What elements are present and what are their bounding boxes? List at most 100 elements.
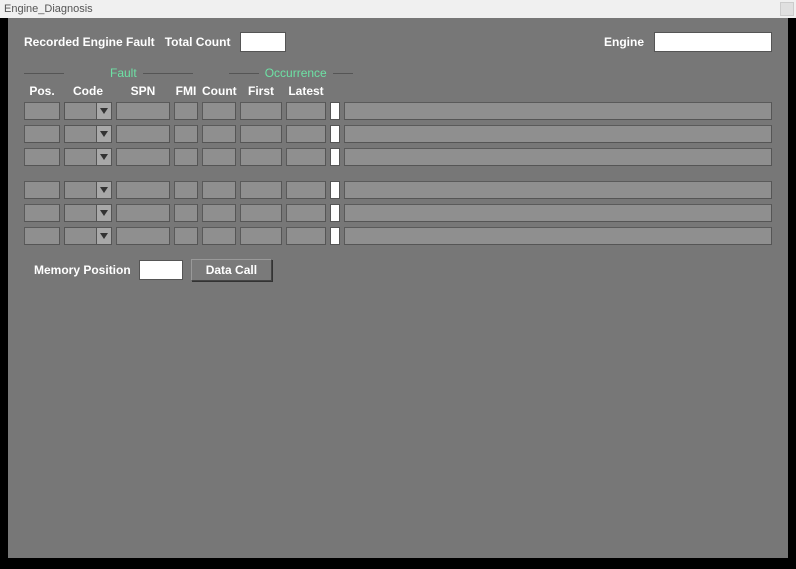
chevron-down-icon[interactable] (96, 182, 111, 198)
code-dropdown[interactable] (64, 125, 112, 143)
code-dropdown[interactable] (64, 181, 112, 199)
chevron-down-icon[interactable] (96, 228, 111, 244)
titlebar: Engine_Diagnosis (0, 0, 796, 18)
main-panel: Recorded Engine Fault Total Count Engine… (8, 18, 788, 558)
desc-field[interactable] (344, 125, 772, 143)
section-header: Fault Occurrence (24, 66, 772, 80)
flag-field[interactable] (330, 227, 340, 245)
outer-border: Recorded Engine Fault Total Count Engine… (0, 18, 796, 569)
pos-field[interactable] (24, 181, 60, 199)
first-field[interactable] (240, 148, 282, 166)
flag-field[interactable] (330, 102, 340, 120)
latest-field[interactable] (286, 148, 326, 166)
count-field[interactable] (202, 181, 236, 199)
spn-field[interactable] (116, 227, 170, 245)
latest-field[interactable] (286, 204, 326, 222)
latest-field[interactable] (286, 125, 326, 143)
window-title: Engine_Diagnosis (4, 3, 93, 15)
fmi-field[interactable] (174, 148, 198, 166)
col-spn: SPN (116, 84, 170, 98)
latest-field[interactable] (286, 102, 326, 120)
code-dropdown[interactable] (64, 204, 112, 222)
code-dropdown[interactable] (64, 227, 112, 245)
flag-field[interactable] (330, 181, 340, 199)
latest-field[interactable] (286, 181, 326, 199)
col-fmi: FMI (174, 84, 198, 98)
latest-field[interactable] (286, 227, 326, 245)
fmi-field[interactable] (174, 125, 198, 143)
fault-row (24, 148, 772, 166)
occurrence-section-label: Occurrence (263, 66, 329, 80)
fault-section-label: Fault (108, 66, 139, 80)
first-field[interactable] (240, 102, 282, 120)
memory-position-input[interactable] (139, 260, 183, 280)
engine-input[interactable] (654, 32, 772, 52)
col-code: Code (64, 84, 112, 98)
pos-field[interactable] (24, 204, 60, 222)
code-value (65, 182, 96, 198)
spn-field[interactable] (116, 181, 170, 199)
first-field[interactable] (240, 227, 282, 245)
flag-field[interactable] (330, 125, 340, 143)
fault-row (24, 102, 772, 120)
fault-row (24, 125, 772, 143)
engine-label: Engine (604, 35, 644, 49)
code-value (65, 149, 96, 165)
chevron-down-icon[interactable] (96, 126, 111, 142)
pos-field[interactable] (24, 148, 60, 166)
fault-row (24, 204, 772, 222)
count-field[interactable] (202, 204, 236, 222)
desc-field[interactable] (344, 181, 772, 199)
fmi-field[interactable] (174, 102, 198, 120)
desc-field[interactable] (344, 204, 772, 222)
memory-position-label: Memory Position (34, 263, 131, 277)
code-value (65, 126, 96, 142)
code-value (65, 228, 96, 244)
close-button[interactable] (780, 2, 794, 16)
pos-field[interactable] (24, 227, 60, 245)
spn-field[interactable] (116, 102, 170, 120)
pos-field[interactable] (24, 125, 60, 143)
pos-field[interactable] (24, 102, 60, 120)
first-field[interactable] (240, 181, 282, 199)
fault-rows (24, 102, 772, 245)
total-count-input[interactable] (240, 32, 286, 52)
code-dropdown[interactable] (64, 102, 112, 120)
flag-field[interactable] (330, 148, 340, 166)
fmi-field[interactable] (174, 227, 198, 245)
count-field[interactable] (202, 102, 236, 120)
header-row: Recorded Engine Fault Total Count Engine (24, 32, 772, 52)
total-count-label: Total Count (165, 35, 231, 49)
count-field[interactable] (202, 227, 236, 245)
desc-field[interactable] (344, 102, 772, 120)
desc-field[interactable] (344, 148, 772, 166)
fault-row (24, 227, 772, 245)
first-field[interactable] (240, 204, 282, 222)
column-headers: Pos. Code SPN FMI Count First Latest (24, 84, 772, 98)
desc-field[interactable] (344, 227, 772, 245)
chevron-down-icon[interactable] (96, 205, 111, 221)
spn-field[interactable] (116, 204, 170, 222)
code-value (65, 205, 96, 221)
row-gap (24, 171, 772, 181)
memory-row: Memory Position Data Call (24, 259, 772, 281)
fmi-field[interactable] (174, 181, 198, 199)
count-field[interactable] (202, 148, 236, 166)
fmi-field[interactable] (174, 204, 198, 222)
first-field[interactable] (240, 125, 282, 143)
window: Engine_Diagnosis Recorded Engine Fault T… (0, 0, 796, 569)
col-latest: Latest (286, 84, 326, 98)
chevron-down-icon[interactable] (96, 103, 111, 119)
col-pos: Pos. (24, 84, 60, 98)
fault-row (24, 181, 772, 199)
data-call-button[interactable]: Data Call (191, 259, 272, 281)
code-value (65, 103, 96, 119)
spn-field[interactable] (116, 125, 170, 143)
col-first: First (240, 84, 282, 98)
code-dropdown[interactable] (64, 148, 112, 166)
count-field[interactable] (202, 125, 236, 143)
recorded-fault-label: Recorded Engine Fault (24, 35, 155, 49)
spn-field[interactable] (116, 148, 170, 166)
flag-field[interactable] (330, 204, 340, 222)
chevron-down-icon[interactable] (96, 149, 111, 165)
